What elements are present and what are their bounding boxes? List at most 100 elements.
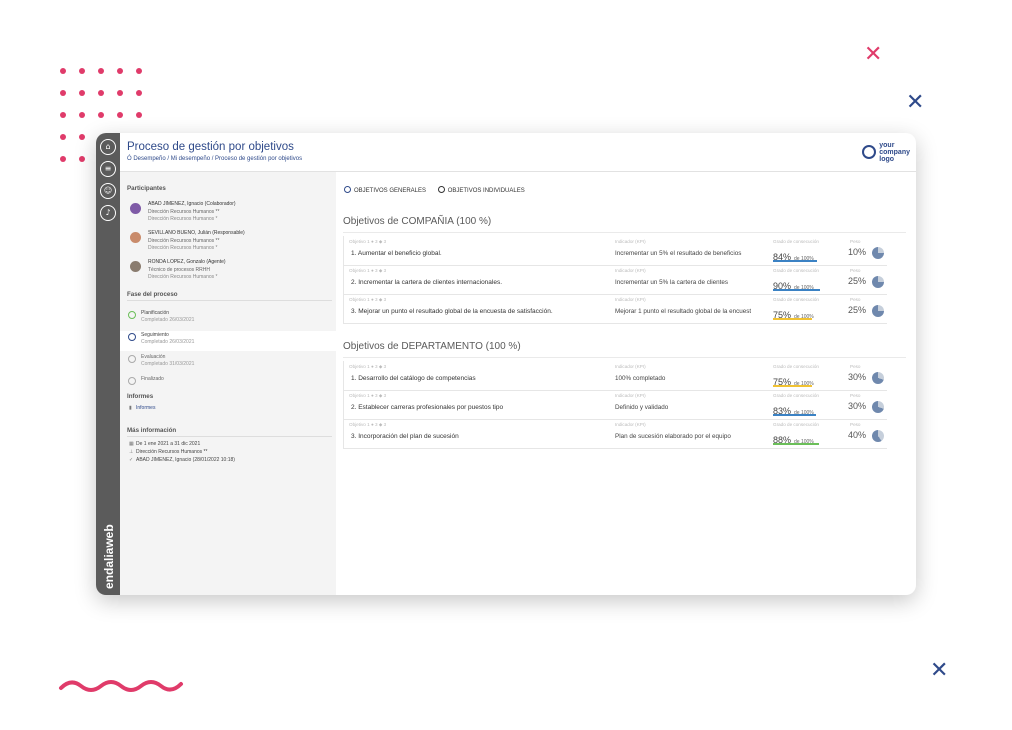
decorative-cross-icon: ✕ — [906, 90, 925, 115]
target-icon — [437, 186, 445, 193]
objective-name[interactable]: 2. Incrementar la cartera de clientes in… — [351, 279, 502, 286]
objective-indicator: Mejorar 1 punto el resultado global de l… — [615, 308, 751, 315]
objective-row[interactable]: Objetivo 1 ● 3 ◆ 3 1. Aumentar el benefic… — [343, 236, 887, 266]
target-icon — [344, 186, 351, 193]
achievement: 83% de 100% — [773, 401, 825, 416]
info-author: ✓ ABAD JIMENEZ, Ignacio (28/01/2022 10:18… — [129, 457, 235, 463]
objective-meta: Objetivo 1 ● 3 ◆ 3 — [349, 393, 387, 398]
breadcrumb[interactable]: Ó Desempeño / Mi desempeño / Proceso de … — [127, 156, 302, 162]
logo-mark-icon — [862, 145, 877, 159]
achievement-label: Grado de consecución — [773, 297, 819, 302]
weight-label: Peso — [850, 422, 861, 427]
section-divider — [343, 232, 906, 233]
current-stage-icon — [128, 333, 136, 341]
user-icon[interactable]: ☺ — [100, 183, 116, 199]
achievement-bar — [773, 289, 820, 291]
check-icon — [128, 311, 136, 319]
participant-item[interactable]: ABAD JIMENEZ, Ignacio (Colaborador) Dire… — [130, 201, 330, 227]
reports-heading: Informes — [127, 393, 154, 400]
decorative-dot — [117, 68, 123, 74]
participant-item[interactable]: RONDA LOPEZ, Gonzalo (Agente) Técnico de… — [130, 259, 330, 285]
objective-meta: Objetivo 1 ● 3 ◆ 3 — [349, 422, 387, 427]
weight-pie-icon — [872, 276, 884, 288]
info-dates: ▦ De 1 ene 2021 a 31 dic 2021 — [129, 441, 201, 447]
achievement-bar — [773, 414, 817, 416]
company-logo: your company logo — [862, 139, 910, 165]
achievement-bar — [773, 318, 812, 320]
weight-label: Peso — [850, 364, 861, 369]
weight-pie-icon — [872, 372, 884, 384]
objective-name[interactable]: 2. Establecer carreras profesionales por… — [351, 404, 503, 411]
objective-row[interactable]: Objetivo 1 ● 3 ◆ 3 2. Establecer carreras… — [343, 390, 887, 420]
section-title: Objetivos de DEPARTAMENTO (100 %) — [343, 341, 521, 352]
objective-indicator: Incrementar un 5% el resultado de benefi… — [615, 250, 742, 257]
participants-heading: Participantes — [127, 185, 166, 192]
decorative-dot — [117, 90, 123, 96]
more-info-heading: Más información — [127, 427, 177, 434]
objective-row[interactable]: Objetivo 1 ● 3 ◆ 3 3. Incorporación del p… — [343, 419, 887, 449]
objective-name[interactable]: 3. Mejorar un punto el resultado global … — [351, 308, 553, 315]
objective-row[interactable]: Objetivo 1 ● 3 ◆ 3 1. Desarrollo del catá… — [343, 361, 887, 391]
avatar — [130, 261, 141, 272]
weight-pie-icon — [872, 401, 884, 413]
indicator-label: Indicador (KPI) — [615, 239, 646, 244]
objective-name[interactable]: 3. Incorporación del plan de sucesión — [351, 433, 459, 440]
tab-objetivos-generales[interactable]: OBJETIVOS GENERALES — [344, 186, 426, 194]
check-icon: ✓ — [129, 457, 134, 463]
weight-label: Peso — [850, 239, 861, 244]
stage-evaluacion[interactable]: Evaluación Completado 31/03/2021 — [127, 353, 330, 373]
decorative-dot — [98, 90, 104, 96]
reports-link[interactable]: ▮ Informes — [129, 405, 155, 411]
decorative-dot — [136, 112, 142, 118]
objective-meta: Objetivo 1 ● 3 ◆ 3 — [349, 268, 387, 273]
achievement-bar — [773, 385, 812, 387]
bell-icon[interactable]: ♪ — [100, 205, 116, 221]
decorative-dot — [60, 134, 66, 140]
objective-weight: 10% — [848, 247, 867, 257]
achievement-label: Grado de consecución — [773, 268, 819, 273]
objective-indicator: Plan de sucesión elaborado por el equipo — [615, 433, 731, 440]
stage-finalizado[interactable]: Finalizado — [127, 375, 330, 395]
decorative-dot — [117, 112, 123, 118]
participant-item[interactable]: SEVILLANO BUENO, Julián (Responsable) Di… — [130, 230, 330, 256]
objective-row[interactable]: Objetivo 1 ● 3 ◆ 3 3. Mejorar un punto el… — [343, 294, 887, 324]
decorative-dot — [79, 90, 85, 96]
decorative-wave — [59, 680, 183, 692]
objective-indicator: Definido y validado — [615, 404, 669, 411]
tab-objetivos-individuales[interactable]: OBJETIVOS INDIVIDUALES — [437, 186, 525, 194]
divider — [127, 436, 332, 437]
decorative-dot — [79, 112, 85, 118]
page-title: Proceso de gestión por objetivos — [127, 141, 294, 153]
weight-pie-icon — [872, 430, 884, 442]
objective-row[interactable]: Objetivo 1 ● 3 ◆ 3 2. Incrementar la cart… — [343, 265, 887, 295]
achievement-label: Grado de consecución — [773, 393, 819, 398]
app-window: ⌂ ≡ ☺ ♪ endaliaweb Proceso de gestión po… — [96, 133, 916, 595]
objective-name[interactable]: 1. Desarrollo del catálogo de competenci… — [351, 375, 476, 382]
decorative-cross-icon: ✕ — [864, 42, 883, 67]
objective-name[interactable]: 1. Aumentar el beneficio global. — [351, 250, 442, 257]
decorative-dot — [79, 156, 85, 162]
menu-icon[interactable]: ≡ — [100, 161, 116, 177]
achievement-label: Grado de consecución — [773, 364, 819, 369]
achievement-bar — [773, 260, 817, 262]
section-title: Objetivos de COMPAÑIA (100 %) — [343, 216, 492, 227]
weight-pie-icon — [872, 305, 884, 317]
objective-weight: 25% — [848, 276, 867, 286]
achievement: 88% de 100% — [773, 430, 825, 445]
info-department: ⊥ Dirección Recursos Humanos ** — [129, 449, 208, 455]
objective-indicator: 100% completado — [615, 375, 666, 382]
stage-planificacion[interactable]: Planificación Completado 26/03/2021 — [127, 309, 330, 329]
divider — [127, 300, 332, 301]
brand-logo: endaliaweb — [102, 524, 116, 589]
objective-weight: 25% — [848, 305, 867, 315]
decorative-dot — [60, 112, 66, 118]
decorative-dot — [98, 112, 104, 118]
achievement: 84% de 100% — [773, 247, 825, 262]
objective-meta: Objetivo 1 ● 3 ◆ 3 — [349, 364, 387, 369]
achievement: 90% de 100% — [773, 276, 825, 291]
left-rail: ⌂ ≡ ☺ ♪ endaliaweb — [96, 133, 120, 595]
home-icon[interactable]: ⌂ — [100, 139, 116, 155]
indicator-label: Indicador (KPI) — [615, 364, 646, 369]
stage-seguimiento[interactable]: Seguimiento Completado 26/03/2021 — [120, 331, 336, 351]
indicator-label: Indicador (KPI) — [615, 422, 646, 427]
